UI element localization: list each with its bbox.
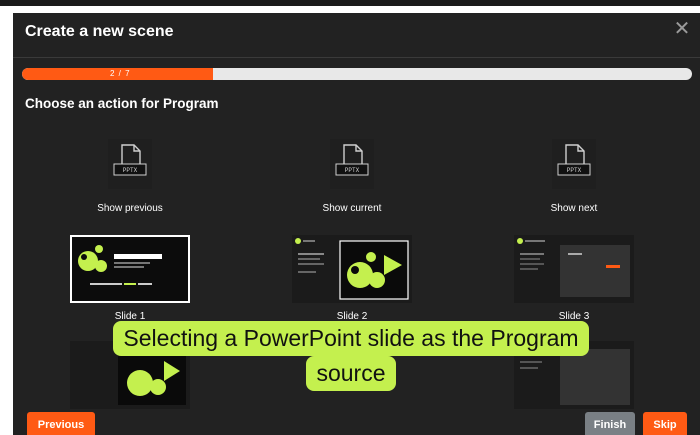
svg-text:PPTX: PPTX (123, 167, 138, 174)
previous-button[interactable]: Previous (27, 412, 95, 435)
finish-button[interactable]: Finish (585, 412, 635, 435)
section-heading: Choose an action for Program (25, 96, 219, 111)
close-icon[interactable]: ✕ (672, 19, 692, 39)
title-divider (13, 57, 700, 58)
svg-text:PPTX: PPTX (567, 167, 582, 174)
progress-text: 2 / 7 (110, 69, 131, 78)
window-top-edge (0, 0, 700, 6)
dialog-title: Create a new scene (25, 23, 174, 40)
pptx-file-icon: PPTX (330, 139, 374, 189)
svg-text:PPTX: PPTX (345, 167, 360, 174)
slide-2-content (292, 235, 412, 303)
skip-button[interactable]: Skip (643, 412, 687, 435)
progress-bar: 2 / 7 (22, 68, 692, 80)
pptx-file-icon: PPTX (552, 139, 596, 189)
slide-3-content (514, 235, 634, 303)
action-label: Show current (322, 203, 382, 214)
action-label: Show previous (97, 203, 163, 214)
show-current-option[interactable]: PPTX Show current (282, 139, 422, 214)
slide-3-thumbnail[interactable]: Slide 3 (514, 235, 634, 322)
caption-line-1: Selecting a PowerPoint slide as the Prog… (113, 321, 589, 356)
slide-2-thumbnail[interactable]: Slide 2 (292, 235, 412, 322)
show-previous-option[interactable]: PPTX Show previous (60, 139, 200, 214)
slide-thumbnail (514, 235, 634, 303)
slide-1-thumbnail[interactable]: Slide 1 (70, 235, 190, 322)
action-label: Show next (550, 203, 598, 214)
caption-overlay: Selecting a PowerPoint slide as the Prog… (34, 321, 668, 391)
slide-thumbnail (70, 235, 190, 303)
show-next-option[interactable]: PPTX Show next (504, 139, 644, 214)
slide-thumbnail (292, 235, 412, 303)
studio-logo-icon (78, 245, 162, 285)
pptx-file-icon: PPTX (108, 139, 152, 189)
caption-line-2: source (306, 356, 396, 391)
